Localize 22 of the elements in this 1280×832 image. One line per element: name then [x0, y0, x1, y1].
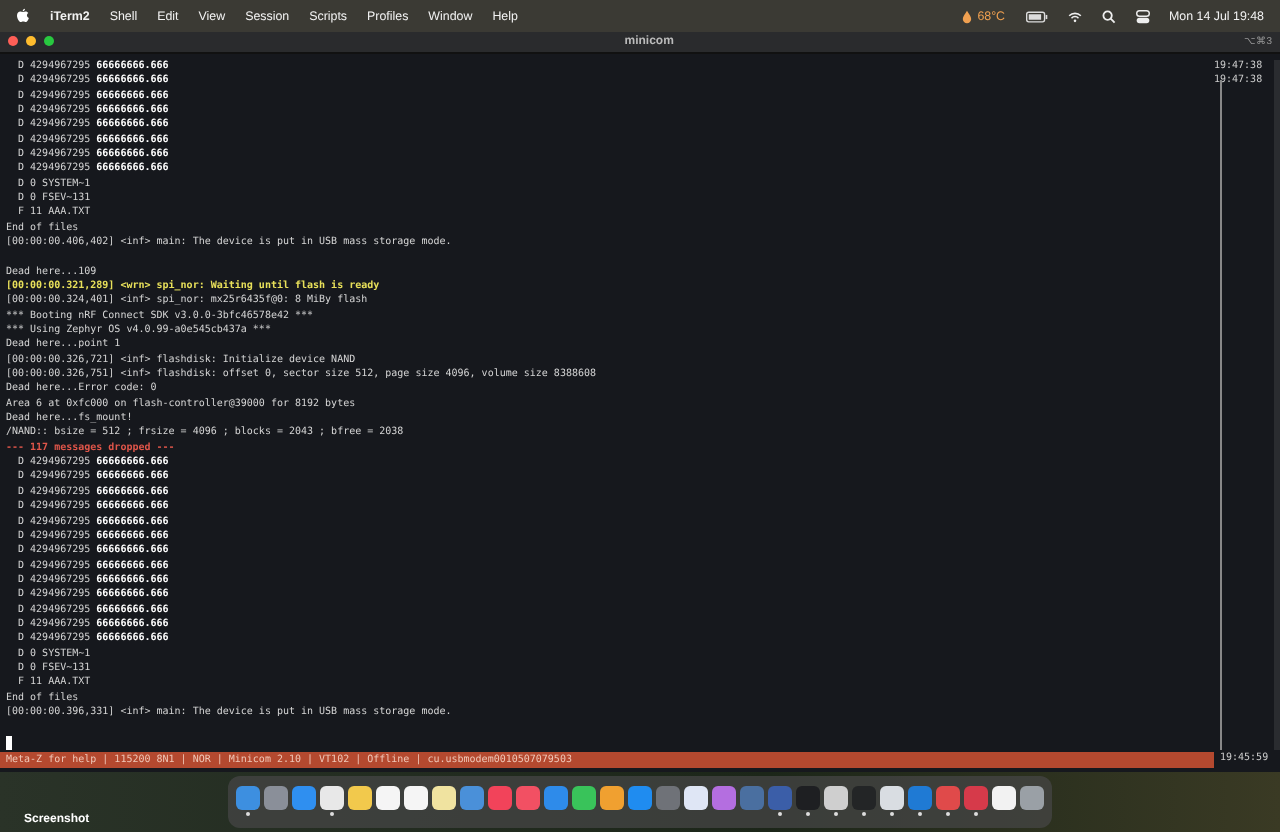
minimize-button[interactable] [26, 36, 36, 47]
wifi-icon[interactable] [1067, 9, 1082, 23]
app-icon[interactable] [600, 786, 624, 810]
app-icon[interactable] [572, 786, 596, 810]
search-icon[interactable] [1101, 9, 1116, 23]
app-icon[interactable] [404, 786, 428, 810]
close-button[interactable] [8, 36, 18, 47]
control-center-icon[interactable] [1135, 9, 1150, 23]
app-icon[interactable] [992, 786, 1016, 810]
zoom-button[interactable] [44, 36, 54, 47]
battery-icon[interactable] [1025, 9, 1048, 23]
app-icon[interactable] [348, 786, 372, 810]
app-icon[interactable] [880, 786, 904, 810]
app-icon[interactable] [824, 786, 848, 810]
text-cursor [6, 735, 12, 750]
drop-icon[interactable] [959, 9, 974, 23]
app-icon[interactable] [376, 786, 400, 810]
app-icon[interactable] [320, 786, 344, 810]
app-icon[interactable] [684, 786, 708, 810]
app-icon[interactable] [432, 786, 456, 810]
apple-logo-icon[interactable] [16, 8, 30, 24]
app-icon[interactable] [1020, 786, 1044, 810]
